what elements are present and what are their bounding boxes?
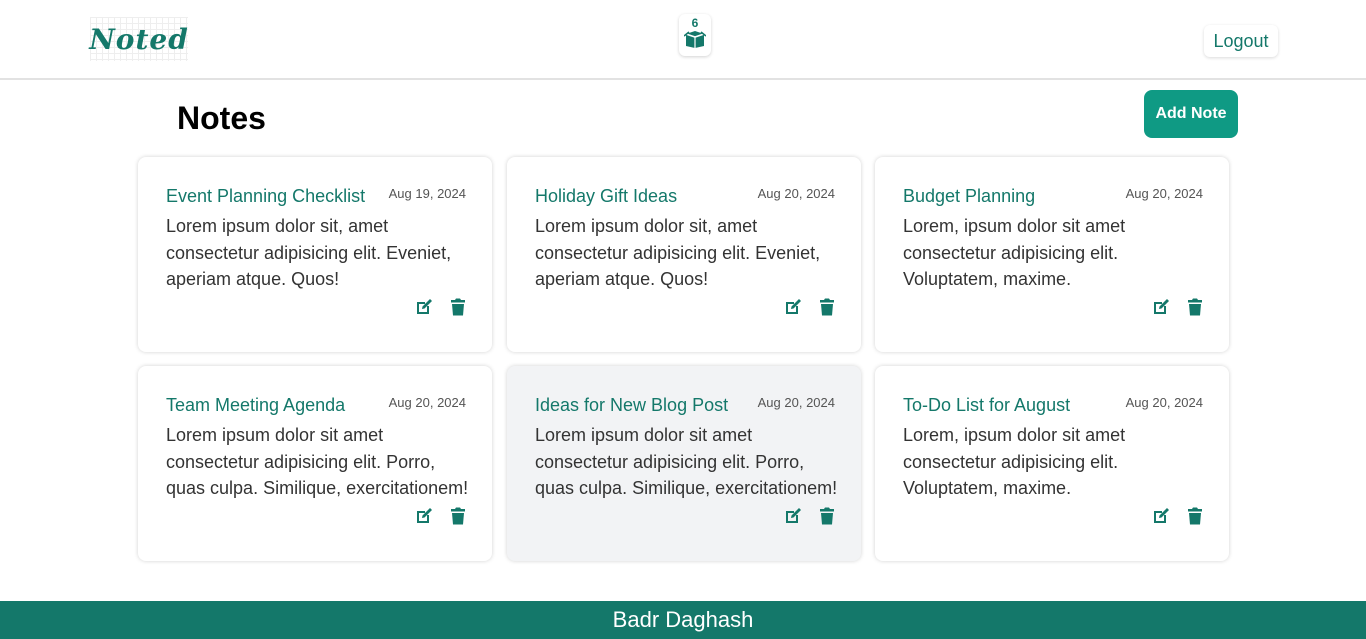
note-card[interactable]: Holiday Gift Ideas Aug 20, 2024 Lorem ip… bbox=[507, 157, 861, 352]
note-date: Aug 20, 2024 bbox=[1125, 395, 1203, 410]
note-title: Ideas for New Blog Post bbox=[535, 395, 729, 415]
note-body: Lorem ipsum dolor sit, amet consectetur … bbox=[166, 216, 452, 289]
edit-icon[interactable] bbox=[414, 506, 434, 526]
notes-count-badge: 6 bbox=[691, 16, 699, 30]
note-actions bbox=[1151, 506, 1205, 526]
trash-icon[interactable] bbox=[1185, 506, 1205, 526]
notes-box-button[interactable]: 6 bbox=[679, 14, 711, 56]
note-body: Lorem ipsum dolor sit amet consectetur a… bbox=[535, 425, 838, 498]
trash-icon[interactable] bbox=[1185, 297, 1205, 317]
note-title: Team Meeting Agenda bbox=[166, 395, 346, 415]
note-title: To-Do List for August bbox=[903, 395, 1071, 415]
note-actions bbox=[414, 297, 468, 317]
trash-icon[interactable] bbox=[448, 506, 468, 526]
add-note-button[interactable]: Add Note bbox=[1144, 90, 1238, 138]
page-title: Notes bbox=[177, 100, 266, 136]
note-actions bbox=[783, 297, 837, 317]
footer: Badr Daghash bbox=[0, 601, 1366, 639]
logo-text: Noted bbox=[89, 22, 189, 56]
edit-icon[interactable] bbox=[414, 297, 434, 317]
note-body: Lorem, ipsum dolor sit amet consectetur … bbox=[903, 425, 1126, 498]
note-title: Budget Planning bbox=[903, 186, 1036, 206]
edit-icon[interactable] bbox=[783, 506, 803, 526]
note-card[interactable]: Budget Planning Aug 20, 2024 Lorem, ipsu… bbox=[875, 157, 1229, 352]
edit-icon[interactable] bbox=[783, 297, 803, 317]
note-date: Aug 20, 2024 bbox=[757, 186, 835, 201]
note-card[interactable]: To-Do List for August Aug 20, 2024 Lorem… bbox=[875, 366, 1229, 561]
note-date: Aug 19, 2024 bbox=[388, 186, 466, 201]
note-body: Lorem ipsum dolor sit, amet consectetur … bbox=[535, 216, 821, 289]
trash-icon[interactable] bbox=[817, 506, 837, 526]
edit-icon[interactable] bbox=[1151, 506, 1171, 526]
logout-button[interactable]: Logout bbox=[1204, 25, 1278, 57]
trash-icon[interactable] bbox=[448, 297, 468, 317]
note-card[interactable]: Team Meeting Agenda Aug 20, 2024 Lorem i… bbox=[138, 366, 492, 561]
navbar: Noted 6 Logout bbox=[0, 0, 1366, 80]
note-actions bbox=[783, 506, 837, 526]
footer-author: Badr Daghash bbox=[612, 607, 754, 632]
logo[interactable]: Noted bbox=[89, 17, 189, 61]
note-body: Lorem ipsum dolor sit amet consectetur a… bbox=[166, 425, 469, 498]
note-date: Aug 20, 2024 bbox=[1125, 186, 1203, 201]
box-icon bbox=[684, 31, 706, 48]
note-date: Aug 20, 2024 bbox=[757, 395, 835, 410]
note-card[interactable]: Ideas for New Blog Post Aug 20, 2024 Lor… bbox=[507, 366, 861, 561]
note-actions bbox=[1151, 297, 1205, 317]
trash-icon[interactable] bbox=[817, 297, 837, 317]
note-date: Aug 20, 2024 bbox=[388, 395, 466, 410]
note-actions bbox=[414, 506, 468, 526]
note-title: Holiday Gift Ideas bbox=[535, 186, 678, 206]
note-title: Event Planning Checklist bbox=[166, 186, 366, 206]
note-body: Lorem, ipsum dolor sit amet consectetur … bbox=[903, 216, 1126, 289]
note-card[interactable]: Event Planning Checklist Aug 19, 2024 Lo… bbox=[138, 157, 492, 352]
edit-icon[interactable] bbox=[1151, 297, 1171, 317]
